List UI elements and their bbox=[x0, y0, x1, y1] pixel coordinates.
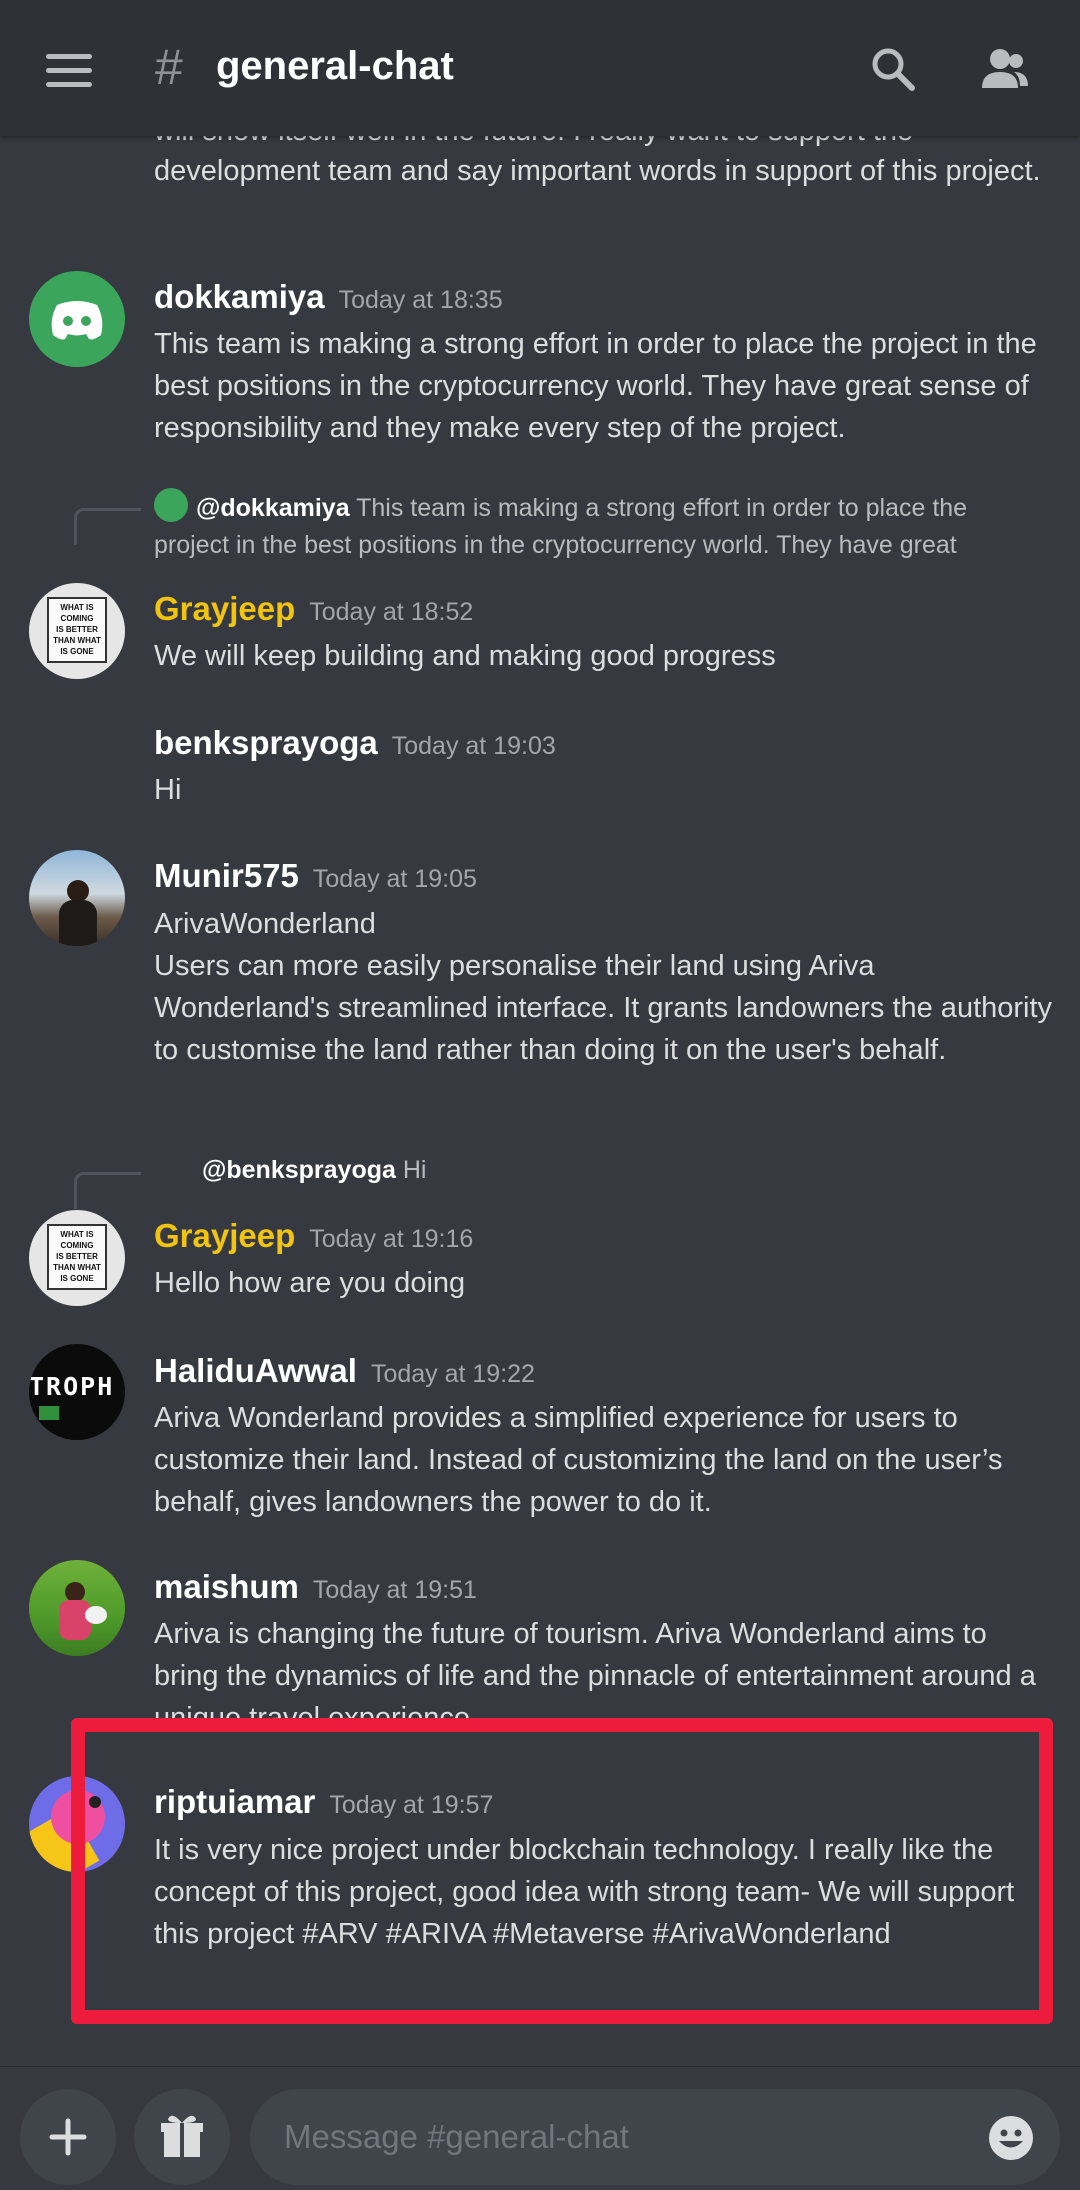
message-text: development team and say important words… bbox=[154, 155, 1041, 187]
message-timestamp: Today at 18:52 bbox=[309, 598, 474, 626]
search-icon[interactable] bbox=[868, 44, 918, 94]
avatar-text: TROPH bbox=[29, 1372, 115, 1401]
emoji-icon[interactable] bbox=[987, 2114, 1035, 2162]
message-text: This team is making a strong effort in o… bbox=[154, 328, 1037, 444]
author-name[interactable]: Grayjeep Today at 19:16 bbox=[154, 1217, 473, 1255]
avatar-maishum[interactable] bbox=[29, 1560, 125, 1656]
reply-preview[interactable]: @dokkamiya This team is making a strong … bbox=[154, 488, 1034, 564]
message-timestamp: Today at 19:22 bbox=[370, 1360, 535, 1388]
author-name[interactable]: Munir575 Today at 19:05 bbox=[154, 857, 477, 895]
reply-connector bbox=[74, 1172, 141, 1209]
message-timestamp: Today at 19:51 bbox=[312, 1576, 477, 1604]
message-timestamp: Today at 18:35 bbox=[338, 286, 503, 314]
message-timestamp: Today at 19:16 bbox=[309, 1225, 474, 1253]
message-text: Ariva Wonderland provides a simplified e… bbox=[154, 1402, 1003, 1518]
message-text-line: ArivaWonderland bbox=[154, 908, 376, 940]
channel-header: # general-chat bbox=[0, 0, 1080, 136]
flowers bbox=[85, 1606, 107, 1624]
avatar-grayjeep[interactable]: WHAT IS COMING IS BETTER THAN WHAT IS GONE bbox=[29, 1210, 125, 1306]
author-name[interactable]: dokkamiya Today at 18:35 bbox=[154, 278, 503, 316]
message-timestamp: Today at 19:05 bbox=[312, 865, 477, 893]
message-timestamp: Today at 19:03 bbox=[391, 732, 556, 760]
author-name[interactable]: benksprayoga Today at 19:03 bbox=[154, 724, 556, 762]
message-text: We will keep building and making good pr… bbox=[154, 640, 776, 672]
avatar-accent bbox=[39, 1406, 59, 1420]
avatar-dokkamiya[interactable] bbox=[29, 271, 125, 367]
person-head bbox=[67, 880, 89, 902]
gift-icon bbox=[161, 2115, 203, 2157]
author-name[interactable]: HaliduAwwal Today at 19:22 bbox=[154, 1352, 535, 1390]
sign-image: WHAT IS COMING IS BETTER THAN WHAT IS GONE bbox=[47, 597, 107, 663]
gift-button[interactable] bbox=[134, 2089, 230, 2185]
reply-preview[interactable]: @benksprayoga Hi bbox=[154, 1152, 1034, 1189]
avatar-munir575[interactable] bbox=[29, 850, 125, 946]
message-text: Ariva is changing the future of tourism.… bbox=[154, 1618, 1036, 1721]
author-name[interactable]: Grayjeep Today at 18:52 bbox=[154, 590, 473, 628]
reply-connector bbox=[74, 508, 141, 545]
members-icon[interactable] bbox=[980, 44, 1030, 94]
plus-icon bbox=[49, 2118, 87, 2156]
reply-avatar-icon bbox=[154, 488, 188, 522]
message-text: Hi bbox=[154, 774, 182, 806]
avatar-grayjeep[interactable]: WHAT IS COMING IS BETTER THAN WHAT IS GONE bbox=[29, 583, 125, 679]
hamburger-icon[interactable] bbox=[46, 54, 92, 88]
message-input[interactable] bbox=[250, 2089, 1060, 2185]
message-text: Hello how are you doing bbox=[154, 1267, 466, 1299]
sign-image: WHAT IS COMING IS BETTER THAN WHAT IS GONE bbox=[47, 1224, 107, 1290]
child-head bbox=[65, 1582, 85, 1602]
author-name[interactable]: maishum Today at 19:51 bbox=[154, 1568, 477, 1606]
channel-title[interactable]: general-chat bbox=[216, 44, 454, 89]
add-attachment-button[interactable] bbox=[20, 2089, 116, 2185]
highlight-box bbox=[71, 1718, 1053, 2024]
avatar-haliduawwal[interactable]: TROPH bbox=[29, 1344, 125, 1440]
message-text: Users can more easily personalise their … bbox=[154, 950, 1053, 1066]
person-body bbox=[59, 900, 97, 946]
message-list[interactable]: will show itself well in the future. I r… bbox=[0, 0, 1080, 2066]
discord-logo-icon bbox=[51, 301, 103, 340]
channel-hash-icon: # bbox=[155, 39, 183, 95]
